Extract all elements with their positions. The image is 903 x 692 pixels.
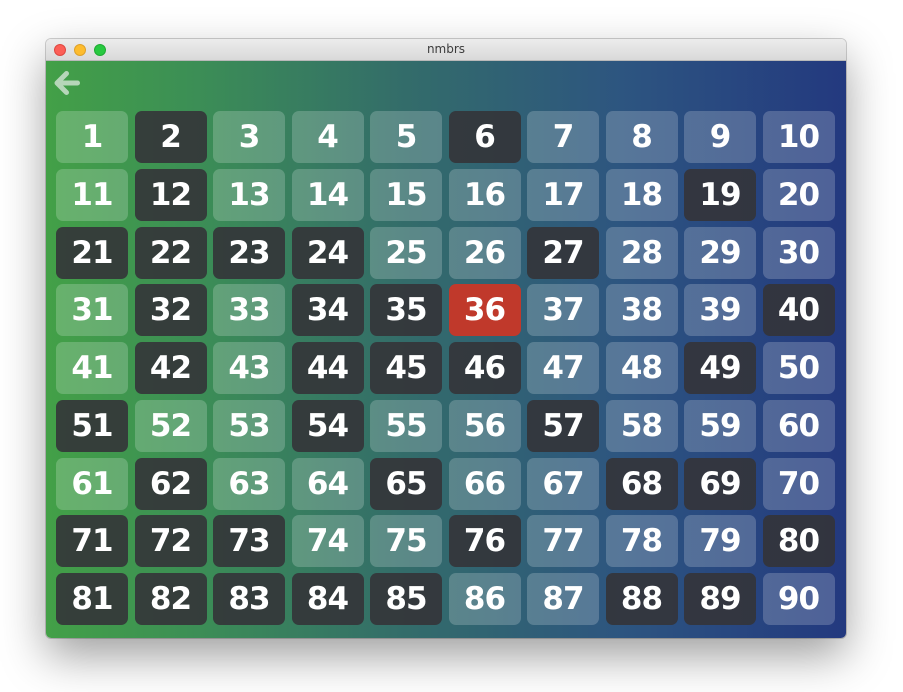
- number-tile[interactable]: 28: [605, 226, 678, 279]
- number-tile[interactable]: 83: [213, 573, 285, 625]
- number-tile[interactable]: 12: [134, 168, 207, 221]
- number-tile[interactable]: 29: [684, 226, 756, 279]
- number-tile[interactable]: 76: [448, 515, 521, 568]
- number-grid: 1 2 3 4 5 6 7 8 9 10 11 12 13 14 15 16 17 18 19 20 21 22 23 24 2…: [56, 111, 836, 625]
- number-tile[interactable]: 38: [605, 284, 678, 337]
- number-tile[interactable]: 43: [213, 342, 285, 394]
- number-tile[interactable]: 65: [370, 457, 442, 510]
- number-tile[interactable]: 37: [527, 284, 599, 337]
- number-tile[interactable]: 17: [527, 168, 599, 221]
- number-tile[interactable]: 14: [291, 168, 364, 221]
- number-tile[interactable]: 10: [762, 111, 835, 163]
- number-tile[interactable]: 32: [134, 284, 207, 337]
- number-tile[interactable]: 45: [370, 342, 442, 394]
- number-tile[interactable]: 60: [762, 399, 835, 452]
- number-tile[interactable]: 74: [291, 515, 364, 568]
- app-window: nmbrs 1 2 3 4 5 6 7 8 9 10 11 12 13 14 15 16 17 18 19 20 21 2…: [46, 39, 846, 638]
- number-tile[interactable]: 30: [762, 226, 835, 279]
- number-tile[interactable]: 33: [213, 284, 285, 337]
- number-tile[interactable]: 34: [291, 284, 364, 337]
- window-title: nmbrs: [426, 42, 466, 56]
- number-tile[interactable]: 7: [527, 111, 599, 163]
- number-tile[interactable]: 46: [448, 342, 521, 394]
- number-tile[interactable]: 23: [213, 226, 285, 279]
- number-tile[interactable]: 24: [291, 226, 364, 279]
- number-tile[interactable]: 89: [684, 573, 756, 625]
- number-tile[interactable]: 49: [684, 342, 756, 394]
- number-tile[interactable]: 21: [56, 226, 128, 279]
- number-tile[interactable]: 77: [527, 515, 599, 568]
- number-tile[interactable]: 84: [291, 573, 364, 625]
- number-tile[interactable]: 40: [762, 284, 835, 337]
- number-tile[interactable]: 68: [605, 457, 678, 510]
- number-tile[interactable]: 90: [762, 573, 835, 625]
- number-tile[interactable]: 51: [56, 399, 128, 452]
- number-tile[interactable]: 54: [291, 399, 364, 452]
- number-tile[interactable]: 9: [684, 111, 756, 163]
- main-content: 1 2 3 4 5 6 7 8 9 10 11 12 13 14 15 16 17 18 19 20 21 22 23 24 2…: [46, 61, 846, 638]
- arrow-left-icon: [54, 71, 80, 95]
- number-tile[interactable]: 25: [370, 226, 442, 279]
- number-tile[interactable]: 52: [134, 399, 207, 452]
- number-tile[interactable]: 86: [448, 573, 521, 625]
- number-tile[interactable]: 72: [134, 515, 207, 568]
- number-tile[interactable]: 27: [527, 226, 599, 279]
- back-button[interactable]: [54, 70, 80, 96]
- number-tile[interactable]: 69: [684, 457, 756, 510]
- number-tile[interactable]: 1: [56, 111, 128, 163]
- number-tile[interactable]: 8: [605, 111, 678, 163]
- number-tile[interactable]: 79: [684, 515, 756, 568]
- number-tile[interactable]: 82: [134, 573, 207, 625]
- number-tile[interactable]: 75: [370, 515, 442, 568]
- number-tile[interactable]: 41: [56, 342, 128, 394]
- number-tile[interactable]: 16: [448, 168, 521, 221]
- number-tile[interactable]: 81: [56, 573, 128, 625]
- number-tile[interactable]: 2: [134, 111, 207, 163]
- number-tile[interactable]: 71: [56, 515, 128, 568]
- number-tile-selected[interactable]: 36: [448, 284, 521, 337]
- number-tile[interactable]: 5: [370, 111, 442, 163]
- number-tile[interactable]: 18: [605, 168, 678, 221]
- number-tile[interactable]: 59: [684, 399, 756, 452]
- number-tile[interactable]: 80: [762, 515, 835, 568]
- number-tile[interactable]: 62: [134, 457, 207, 510]
- number-tile[interactable]: 4: [291, 111, 364, 163]
- title-bar[interactable]: nmbrs: [46, 39, 846, 61]
- number-tile[interactable]: 3: [213, 111, 285, 163]
- number-tile[interactable]: 70: [762, 457, 835, 510]
- number-tile[interactable]: 42: [134, 342, 207, 394]
- number-tile[interactable]: 15: [370, 168, 442, 221]
- number-tile[interactable]: 20: [762, 168, 835, 221]
- number-tile[interactable]: 26: [448, 226, 521, 279]
- number-tile[interactable]: 53: [213, 399, 285, 452]
- number-tile[interactable]: 78: [605, 515, 678, 568]
- number-tile[interactable]: 63: [213, 457, 285, 510]
- number-tile[interactable]: 44: [291, 342, 364, 394]
- number-tile[interactable]: 61: [56, 457, 128, 510]
- number-tile[interactable]: 58: [605, 399, 678, 452]
- number-tile[interactable]: 73: [213, 515, 285, 568]
- number-tile[interactable]: 11: [56, 168, 128, 221]
- number-tile[interactable]: 55: [370, 399, 442, 452]
- number-tile[interactable]: 39: [684, 284, 756, 337]
- number-tile[interactable]: 50: [762, 342, 835, 394]
- number-tile[interactable]: 19: [684, 168, 756, 221]
- number-tile[interactable]: 88: [605, 573, 678, 625]
- number-tile[interactable]: 64: [291, 457, 364, 510]
- number-tile[interactable]: 6: [448, 111, 521, 163]
- number-tile[interactable]: 48: [605, 342, 678, 394]
- number-tile[interactable]: 57: [527, 399, 599, 452]
- number-tile[interactable]: 85: [370, 573, 442, 625]
- number-tile[interactable]: 31: [56, 284, 128, 337]
- number-tile[interactable]: 47: [527, 342, 599, 394]
- number-tile[interactable]: 56: [448, 399, 521, 452]
- number-tile[interactable]: 87: [527, 573, 599, 625]
- number-tile[interactable]: 22: [134, 226, 207, 279]
- number-tile[interactable]: 13: [213, 168, 285, 221]
- number-tile[interactable]: 35: [370, 284, 442, 337]
- number-tile[interactable]: 66: [448, 457, 521, 510]
- number-tile[interactable]: 67: [527, 457, 599, 510]
